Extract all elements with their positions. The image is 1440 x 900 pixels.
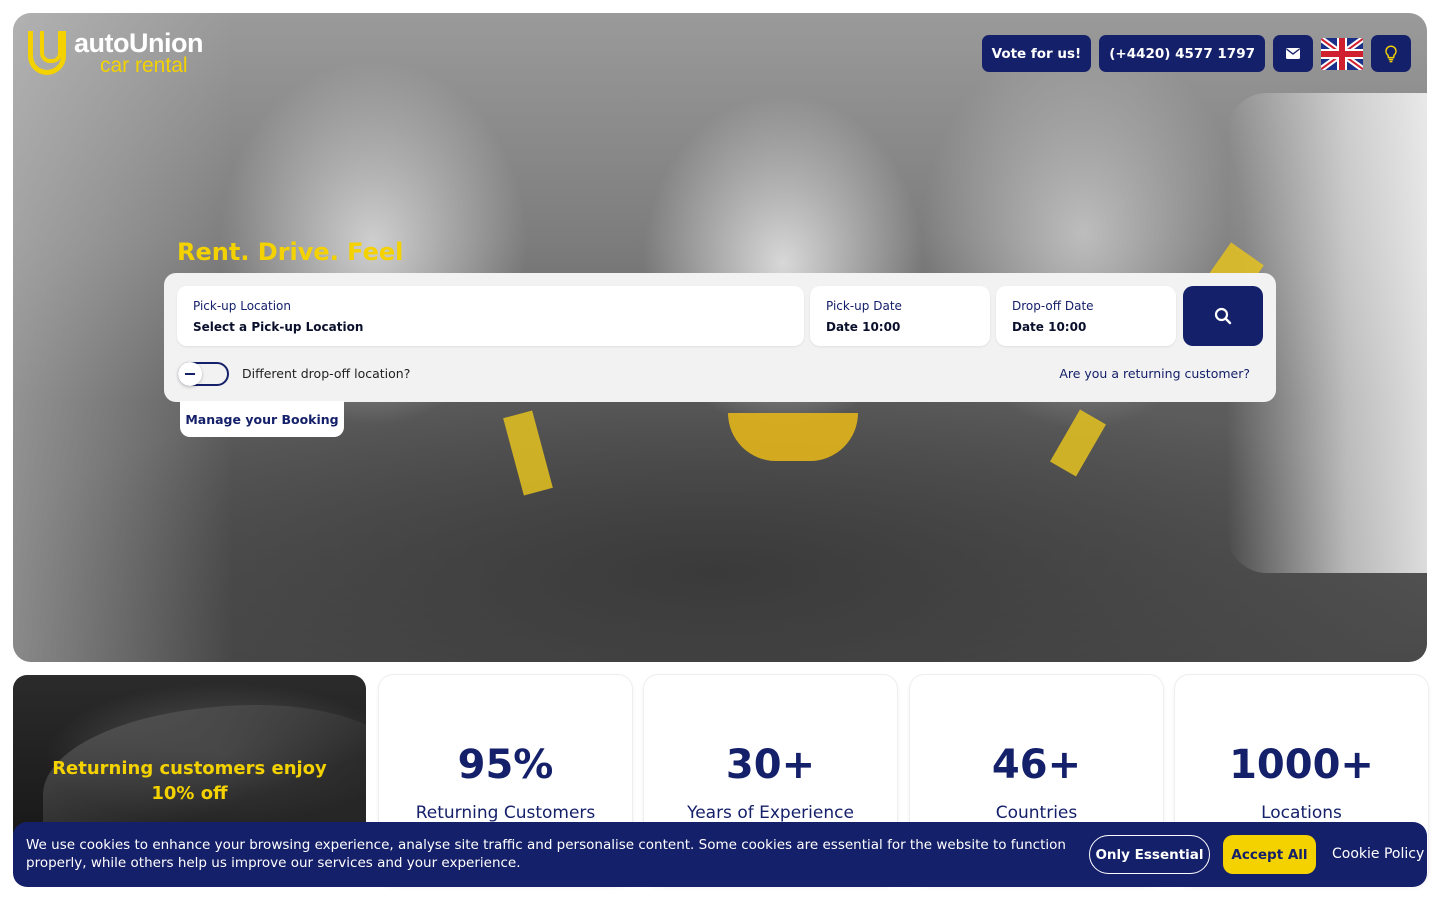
only-essential-button[interactable]: Only Essential	[1089, 835, 1210, 874]
brand-logo[interactable]: autoUnion car rental	[28, 30, 203, 76]
promo-line-2: 10% off	[151, 783, 228, 804]
pickup-date-label: Pick-up Date	[826, 299, 902, 313]
stat-value: 95%	[457, 742, 554, 788]
accept-all-button[interactable]: Accept All	[1223, 835, 1316, 874]
promo-line-1: Returning customers enjoy	[52, 758, 327, 779]
search-icon	[1214, 307, 1232, 325]
mail-icon	[1286, 48, 1300, 59]
mail-button[interactable]	[1273, 35, 1313, 72]
stat-value: 1000+	[1229, 742, 1374, 788]
cookie-policy-link[interactable]: Cookie Policy	[1332, 846, 1424, 862]
phone-button[interactable]: (+4420) 4577 1797	[1099, 35, 1265, 72]
pickup-location-value: Select a Pick-up Location	[193, 320, 364, 334]
vote-button[interactable]: Vote for us!	[981, 35, 1092, 72]
pickup-date-value: Date 10:00	[826, 320, 901, 334]
logo-name: autoUnion	[74, 28, 203, 58]
stat-caption: Years of Experience	[687, 803, 854, 823]
different-dropoff-toggle[interactable]	[178, 362, 229, 386]
dropoff-date-field[interactable]: Drop-off Date Date 10:00	[996, 286, 1176, 346]
logo-u-icon	[28, 31, 66, 75]
pickup-date-field[interactable]: Pick-up Date Date 10:00	[810, 286, 990, 346]
stat-caption: Locations	[1261, 803, 1342, 823]
pickup-location-field[interactable]: Pick-up Location Select a Pick-up Locati…	[177, 286, 804, 346]
top-nav: Vote for us! (+4420) 4577 1797	[981, 35, 1411, 72]
cookie-message: We use cookies to enhance your browsing …	[26, 837, 1066, 871]
dropoff-date-label: Drop-off Date	[1012, 299, 1094, 313]
pickup-location-label: Pick-up Location	[193, 299, 291, 313]
theme-toggle-button[interactable]	[1371, 35, 1411, 72]
stat-caption: Returning Customers	[415, 803, 596, 823]
uk-flag-icon[interactable]	[1321, 37, 1363, 70]
hero-tagline: Rent. Drive. Feel	[177, 238, 404, 266]
lightbulb-icon	[1385, 44, 1397, 62]
dog-bandana	[728, 413, 858, 461]
returning-customer-link[interactable]: Are you a returning customer?	[1059, 366, 1250, 381]
cookie-banner: We use cookies to enhance your browsing …	[13, 822, 1427, 887]
logo-subtitle: car rental	[100, 54, 188, 77]
seatbelt	[503, 410, 553, 496]
stat-value: 46+	[991, 742, 1082, 788]
seatbelt	[1050, 409, 1106, 477]
search-button[interactable]	[1183, 286, 1263, 346]
different-dropoff-label: Different drop-off location?	[242, 366, 411, 381]
manage-booking-tab[interactable]: Manage your Booking	[180, 401, 344, 437]
dropoff-date-value: Date 10:00	[1012, 320, 1087, 334]
booking-search-card: Pick-up Location Select a Pick-up Locati…	[164, 273, 1276, 402]
stat-caption: Countries	[995, 803, 1078, 823]
stat-value: 30+	[725, 742, 816, 788]
toggle-knob	[178, 362, 202, 386]
minus-icon	[185, 373, 195, 375]
